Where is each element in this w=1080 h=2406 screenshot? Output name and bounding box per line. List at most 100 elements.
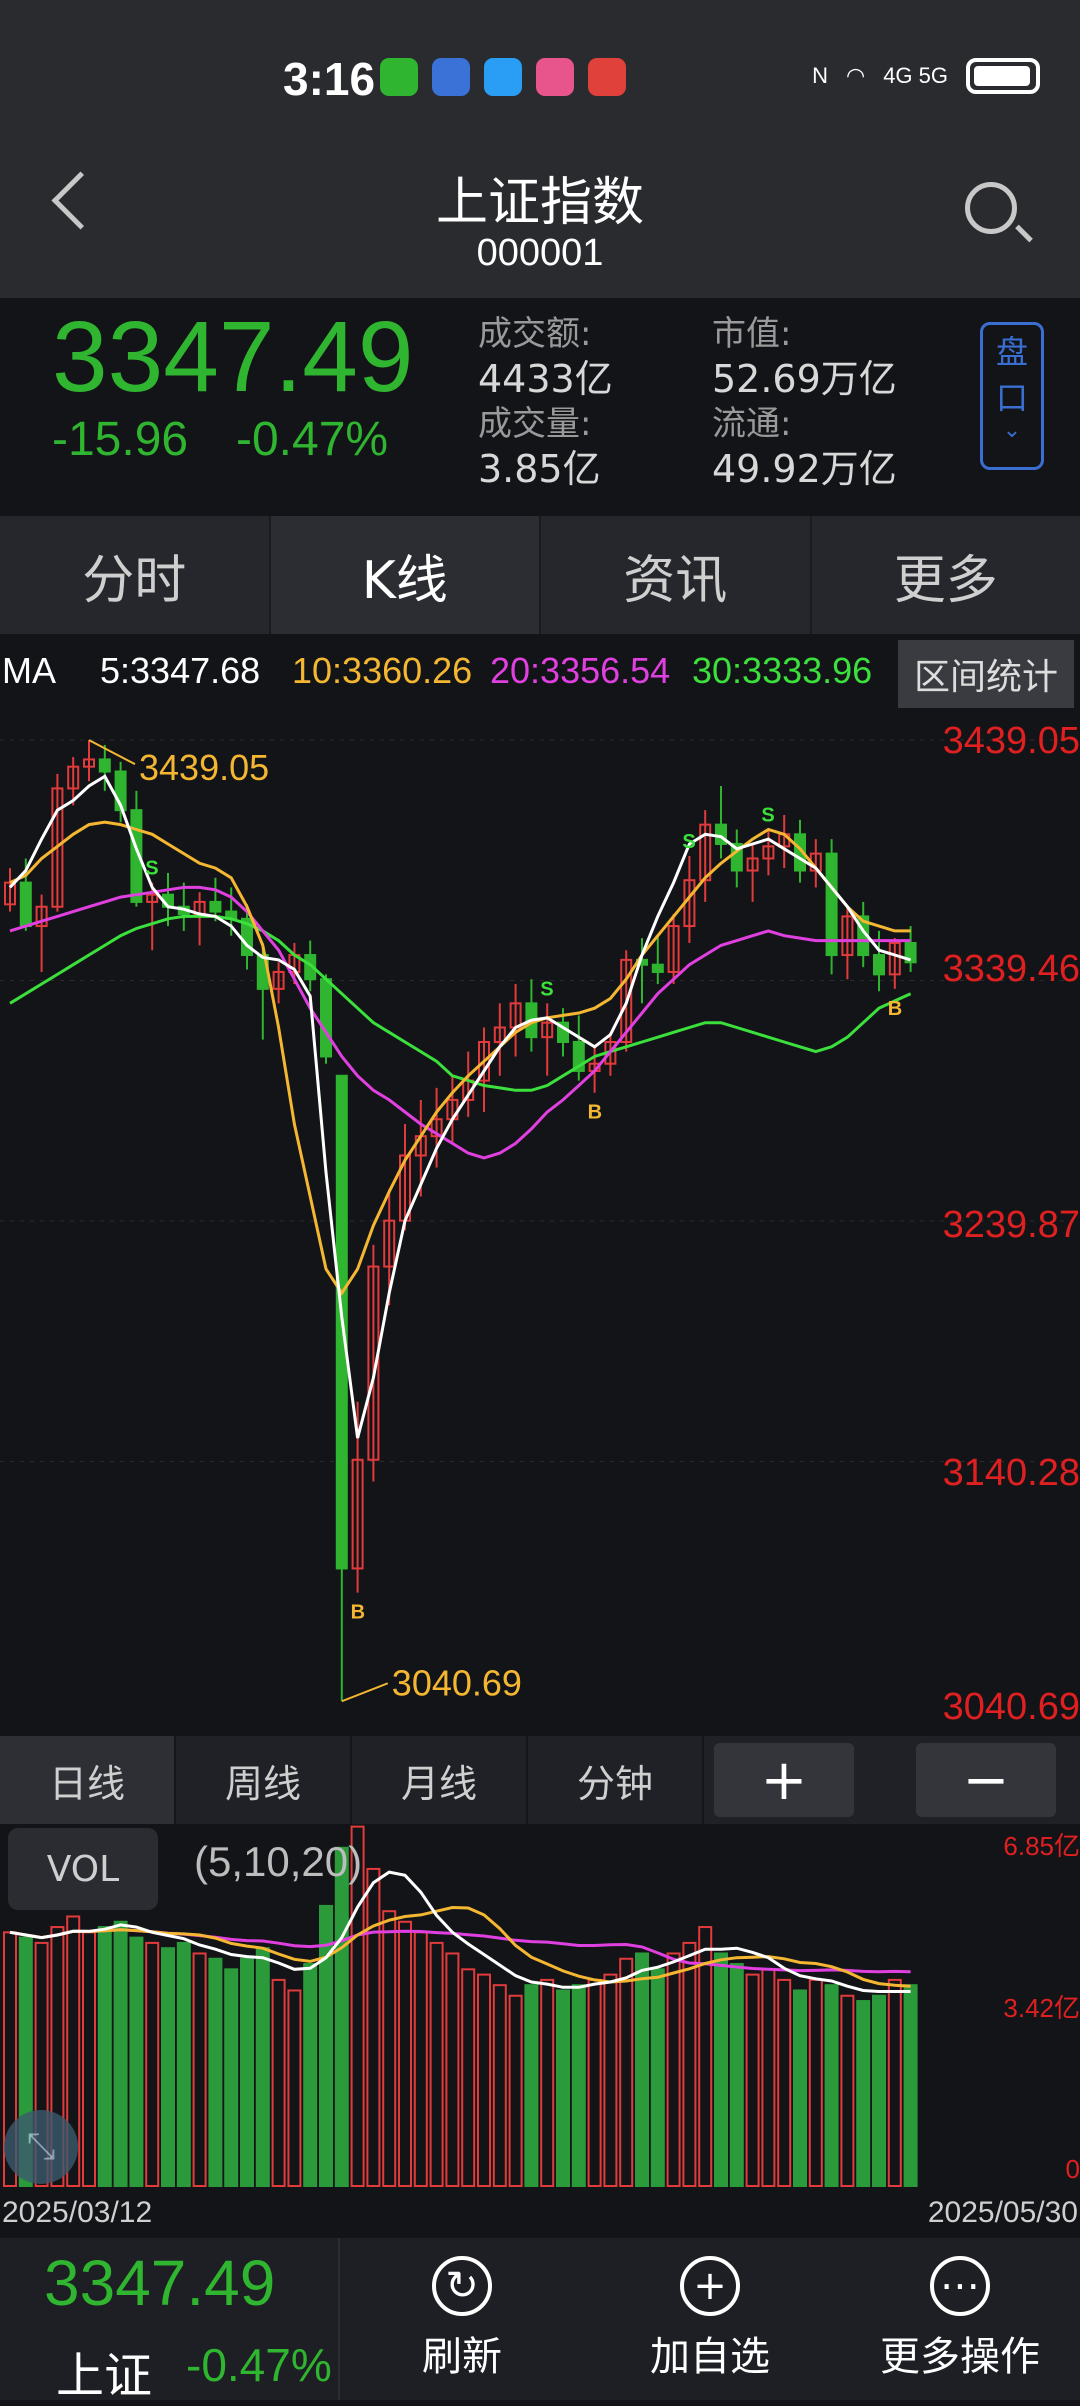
volume-bar bbox=[241, 1959, 253, 2186]
period-monthly[interactable]: 月线 bbox=[352, 1736, 528, 1824]
buy-signal: B bbox=[351, 1602, 365, 1624]
volume-bar bbox=[905, 1985, 917, 2186]
buy-signal: B bbox=[588, 1102, 602, 1124]
y-tick-4: 3140.28 bbox=[943, 1452, 1080, 1495]
volume-bar bbox=[462, 1969, 474, 2186]
pankou-label: 盘口 bbox=[995, 325, 1029, 421]
more-actions-button[interactable]: ⋯ 更多操作 bbox=[860, 2238, 1060, 2400]
tab-news[interactable]: 资讯 bbox=[541, 516, 812, 634]
volume-bar bbox=[541, 1980, 553, 2186]
status-bar: 3:16 N ◠ 4G 5G bbox=[0, 0, 1080, 150]
volume-bar bbox=[778, 1980, 790, 2186]
sell-signal: S bbox=[761, 804, 774, 826]
y-tick-3: 3239.87 bbox=[943, 1204, 1080, 1247]
volume-bar bbox=[399, 1922, 411, 2186]
volume-bar bbox=[810, 1980, 822, 2186]
sell-signal: S bbox=[540, 978, 553, 1000]
volume-bar bbox=[889, 1980, 901, 2186]
zoom-in-button[interactable]: + bbox=[714, 1743, 854, 1817]
wechat-icon bbox=[380, 58, 418, 96]
volume-bar bbox=[178, 1943, 190, 2186]
more-icon: ⋯ bbox=[930, 2256, 990, 2316]
expand-icon[interactable]: ⤡ bbox=[4, 2110, 78, 2184]
start-date: 2025/03/12 bbox=[2, 2196, 152, 2230]
y-tick-5: 3040.69 bbox=[943, 1686, 1080, 1729]
high-label: 3439.05 bbox=[139, 747, 269, 788]
volume-bar bbox=[209, 1959, 221, 2186]
period-daily[interactable]: 日线 bbox=[0, 1736, 176, 1824]
volume-bar bbox=[826, 1985, 838, 2186]
volume-bar bbox=[762, 1969, 774, 2186]
y-tick-1: 3439.05 bbox=[943, 720, 1080, 763]
stock-code: 000001 bbox=[0, 232, 1080, 275]
tab-more[interactable]: 更多 bbox=[812, 516, 1080, 634]
search-icon[interactable] bbox=[965, 182, 1017, 234]
signal-icon: 4G 5G bbox=[883, 63, 948, 89]
pankou-button[interactable]: 盘口 ⌄ bbox=[980, 322, 1044, 470]
footer-name: 上证 bbox=[56, 2336, 152, 2406]
red-app-icon bbox=[588, 58, 626, 96]
plus-circle-icon: + bbox=[680, 2256, 740, 2316]
volume-bar bbox=[652, 1969, 664, 2186]
page-title: 上证指数 bbox=[0, 160, 1080, 235]
period-weekly[interactable]: 周线 bbox=[176, 1736, 352, 1824]
volume-bar bbox=[288, 1990, 300, 2186]
vol-tick-mid: 3.42亿 bbox=[1003, 1988, 1080, 2025]
volume-bar bbox=[525, 1985, 537, 2186]
tab-timeshare[interactable]: 分时 bbox=[0, 516, 271, 634]
vol-tick-zero: 0 bbox=[1066, 2154, 1080, 2185]
candle-body bbox=[210, 902, 220, 912]
message-icon bbox=[484, 58, 522, 96]
clock: 3:16 bbox=[283, 52, 375, 106]
volume-bar bbox=[99, 1927, 111, 2186]
volume-bar bbox=[604, 1975, 616, 2186]
range-stats-button[interactable]: 区间统计 bbox=[898, 640, 1074, 708]
y-tick-2: 3339.46 bbox=[943, 948, 1080, 991]
tab-kline[interactable]: K线 bbox=[271, 516, 542, 634]
float-value: 49.92万亿 bbox=[712, 438, 897, 493]
nfc-icon: N bbox=[812, 63, 828, 89]
volume-bar bbox=[225, 1969, 237, 2186]
vol-indicator-button[interactable]: VOL bbox=[8, 1828, 158, 1910]
volume-chart[interactable] bbox=[0, 1824, 1080, 2188]
volume-bar bbox=[668, 1953, 680, 2186]
system-icons: N ◠ 4G 5G bbox=[812, 58, 1040, 94]
volume-bar bbox=[415, 1932, 427, 2186]
refresh-label: 刷新 bbox=[422, 2324, 502, 2382]
volume-bar bbox=[336, 1848, 348, 2186]
volume-bar bbox=[636, 1953, 648, 2186]
volume-bar bbox=[320, 1906, 332, 2186]
vol-params: (5,10,20) bbox=[194, 1838, 362, 1886]
sell-signal: S bbox=[682, 831, 695, 853]
ma30-line bbox=[10, 916, 911, 1090]
volume-bar bbox=[841, 1996, 853, 2186]
period-minute[interactable]: 分钟 bbox=[528, 1736, 704, 1824]
zoom-out-button[interactable]: − bbox=[916, 1743, 1056, 1817]
add-watchlist-label: 加自选 bbox=[650, 2324, 770, 2382]
ma-label: MA bbox=[2, 650, 56, 700]
refresh-button[interactable]: ↻ 刷新 bbox=[392, 2238, 532, 2400]
volume-bar bbox=[431, 1943, 443, 2186]
vol-tick-max: 6.85亿 bbox=[1003, 1826, 1080, 1863]
volume-bar bbox=[304, 1964, 316, 2186]
volume-bar bbox=[510, 1996, 522, 2186]
ma20-line bbox=[10, 887, 911, 1158]
volume-bar bbox=[257, 1948, 269, 2186]
volume-bar bbox=[731, 1964, 743, 2186]
volume-value: 3.85亿 bbox=[478, 438, 601, 493]
volume-bar bbox=[383, 1911, 395, 2186]
add-watchlist-button[interactable]: + 加自选 bbox=[630, 2238, 790, 2400]
bilibili-icon bbox=[536, 58, 574, 96]
kline-chart[interactable]: 3439.053040.69SSBSBSB bbox=[0, 712, 1080, 1736]
price-change-pct: -0.47% bbox=[236, 412, 388, 467]
ma10-value: 10:3360.26 bbox=[292, 650, 472, 700]
volume-bar bbox=[162, 1948, 174, 2186]
volume-bar bbox=[367, 1869, 379, 2186]
volume-bar bbox=[146, 1943, 158, 2186]
ma30-value: 30:3333.96 bbox=[692, 650, 872, 700]
sell-signal: S bbox=[145, 858, 158, 880]
volume-bar bbox=[83, 1932, 95, 2186]
volume-bar bbox=[683, 1943, 695, 2186]
wifi-icon: ◠ bbox=[846, 63, 865, 89]
ma5-value: 5:3347.68 bbox=[100, 650, 260, 700]
